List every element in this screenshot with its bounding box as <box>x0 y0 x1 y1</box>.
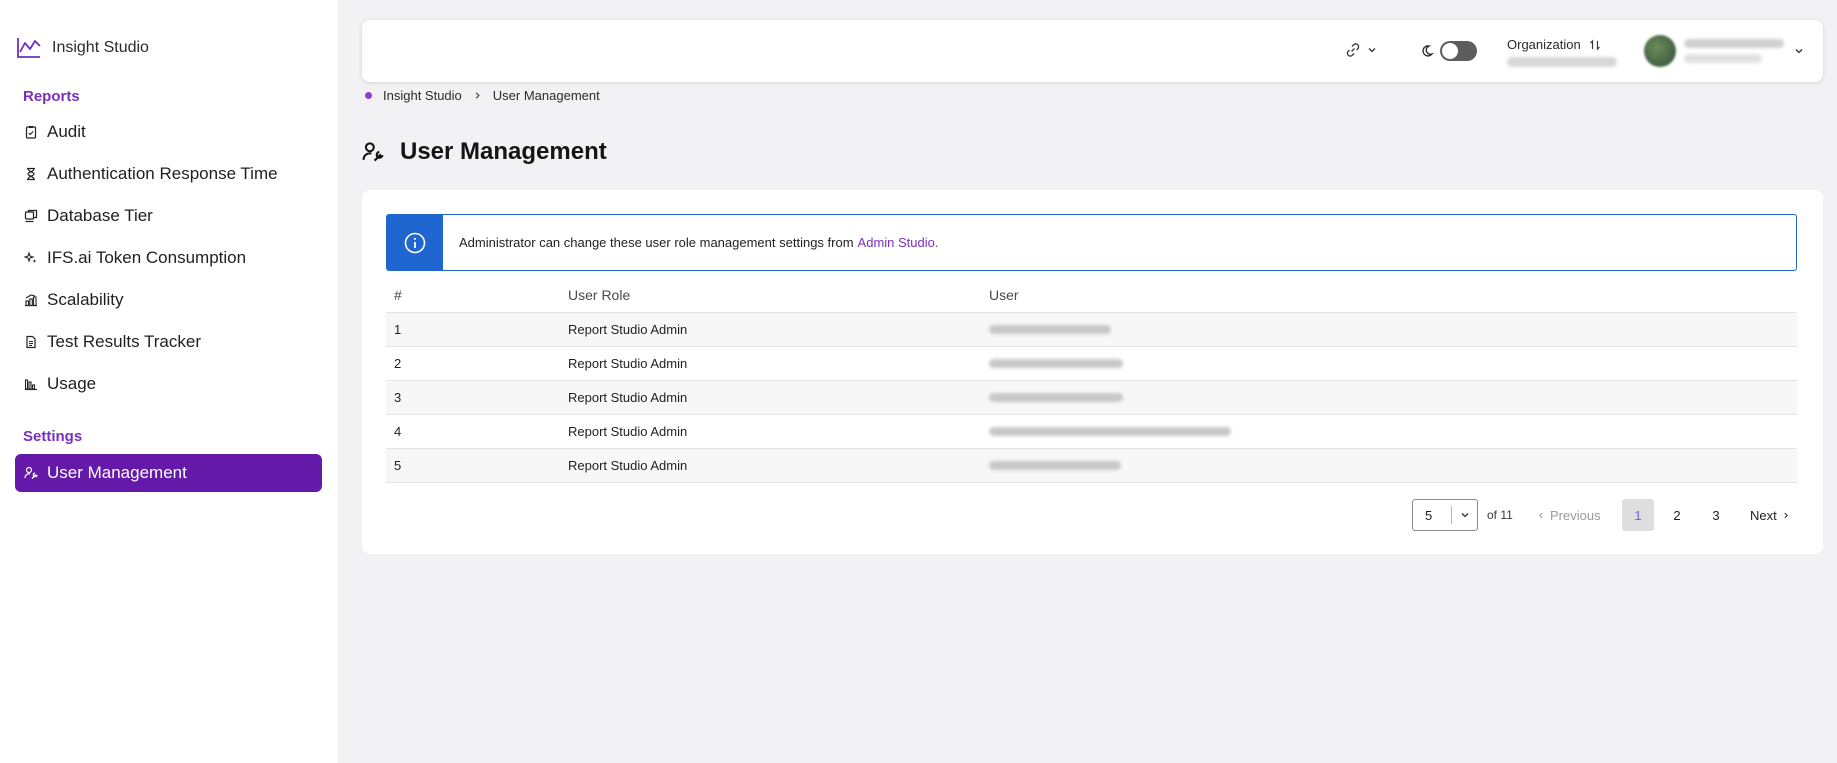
sidebar-item-label: User Management <box>47 463 187 482</box>
admin-studio-link[interactable]: Admin Studio. <box>858 235 939 250</box>
sidebar-item-database-tier[interactable]: Database Tier <box>15 197 322 235</box>
user-menu[interactable] <box>1644 35 1804 67</box>
user-role-table: # User Role User 1 Report Studio Admin 2… <box>386 278 1797 483</box>
sidebar-item-ifs-ai-token-consumption[interactable]: IFS.ai Token Consumption <box>15 239 322 277</box>
swap-icon <box>1589 39 1600 50</box>
page-size-select[interactable]: 5 <box>1412 499 1478 531</box>
previous-page-button[interactable]: Previous <box>1537 508 1601 523</box>
row-user-redacted <box>989 393 1123 402</box>
chevron-down-icon <box>1452 510 1477 520</box>
bar-chart-icon <box>23 376 39 392</box>
sidebar-item-label: Usage <box>47 374 97 393</box>
sidebar: Insight Studio Reports Audit Authenticat… <box>0 0 338 763</box>
sparkle-icon <box>23 250 39 266</box>
hourglass-icon <box>23 166 39 182</box>
sidebar-item-scalability[interactable]: Scalability <box>15 281 322 319</box>
app-title: Insight Studio <box>52 39 149 56</box>
row-user-redacted <box>989 461 1121 470</box>
row-number: 2 <box>394 356 402 371</box>
table-row[interactable]: 5 Report Studio Admin <box>386 449 1797 483</box>
sidebar-item-authentication-response-time[interactable]: Authentication Response Time <box>15 155 322 193</box>
table-row[interactable]: 2 Report Studio Admin <box>386 347 1797 381</box>
sidebar-item-label: IFS.ai Token Consumption <box>47 248 247 267</box>
sidebar-item-label: Audit <box>47 122 86 141</box>
sidebar-item-user-management[interactable]: User Management <box>15 454 322 492</box>
breadcrumb: Insight Studio User Management <box>365 88 600 103</box>
organization-label: Organization <box>1507 37 1581 52</box>
info-banner-message: Administrator can change these user role… <box>459 235 854 250</box>
row-user-redacted <box>989 427 1231 436</box>
row-user-role: Report Studio Admin <box>568 322 688 337</box>
column-header-user[interactable]: User <box>989 287 1797 303</box>
content-card: Administrator can change these user role… <box>362 190 1823 554</box>
row-number: 1 <box>394 322 402 337</box>
page-button-3[interactable]: 3 <box>1700 499 1732 531</box>
info-banner-text: Administrator can change these user role… <box>459 235 938 250</box>
sidebar-item-label: Database Tier <box>47 206 153 225</box>
column-header-user-role[interactable]: User Role <box>568 287 989 303</box>
document-icon <box>23 334 39 350</box>
database-icon <box>23 208 39 224</box>
page-button-1[interactable]: 1 <box>1622 499 1654 531</box>
wrench-user-icon <box>23 465 39 481</box>
user-role-redacted <box>1684 54 1762 63</box>
chevron-left-icon <box>1539 512 1543 519</box>
row-user-role: Report Studio Admin <box>568 458 688 473</box>
wrench-user-icon <box>362 142 384 162</box>
next-label: Next <box>1750 508 1777 523</box>
user-name-redacted <box>1684 39 1784 48</box>
pagination: 5 of 11 Previous 1 2 3 Next <box>362 499 1823 531</box>
next-page-button[interactable]: Next <box>1750 508 1790 523</box>
breadcrumb-item-insight-studio[interactable]: Insight Studio <box>383 88 462 103</box>
avatar <box>1644 35 1676 67</box>
page-button-2[interactable]: 2 <box>1661 499 1693 531</box>
row-user-role: Report Studio Admin <box>568 424 688 439</box>
column-header-number[interactable]: # <box>386 287 568 303</box>
table-row[interactable]: 4 Report Studio Admin <box>386 415 1797 449</box>
sidebar-item-label: Authentication Response Time <box>47 164 278 183</box>
brand[interactable]: Insight Studio <box>15 34 149 62</box>
chevron-right-icon <box>473 91 482 100</box>
organization-selector[interactable]: Organization <box>1507 37 1617 67</box>
theme-toggle[interactable] <box>1420 41 1477 61</box>
info-icon <box>387 215 443 270</box>
row-number: 5 <box>394 458 402 473</box>
chevron-right-icon <box>1784 512 1788 519</box>
links-menu-button[interactable] <box>1345 42 1377 58</box>
sidebar-item-audit[interactable]: Audit <box>15 113 322 151</box>
scale-icon <box>23 292 39 308</box>
clipboard-icon <box>23 124 39 140</box>
breadcrumb-item-current: User Management <box>492 88 600 103</box>
previous-label: Previous <box>1550 508 1601 523</box>
row-user-redacted <box>989 325 1111 334</box>
reports-section-title: Reports <box>23 88 80 105</box>
dark-mode-switch[interactable] <box>1440 41 1477 61</box>
sidebar-item-test-results-tracker[interactable]: Test Results Tracker <box>15 323 322 361</box>
chevron-down-icon <box>1368 48 1376 53</box>
row-user-redacted <box>989 359 1123 368</box>
line-chart-logo-icon <box>17 38 41 58</box>
breadcrumb-dot <box>365 92 372 99</box>
link-icon <box>1346 43 1360 57</box>
sidebar-item-label: Test Results Tracker <box>47 332 201 351</box>
page-size-value: 5 <box>1425 507 1433 523</box>
moon-icon <box>1422 45 1434 57</box>
sidebar-item-label: Scalability <box>47 290 124 309</box>
chevron-down-icon <box>1795 49 1803 54</box>
row-number: 3 <box>394 390 402 405</box>
row-number: 4 <box>394 424 402 439</box>
top-header: Organization <box>362 20 1823 82</box>
table-row[interactable]: 1 Report Studio Admin <box>386 313 1797 347</box>
info-banner: Administrator can change these user role… <box>386 214 1797 271</box>
page-title: User Management <box>400 138 607 165</box>
row-user-role: Report Studio Admin <box>568 390 688 405</box>
table-row[interactable]: 3 Report Studio Admin <box>386 381 1797 415</box>
sidebar-item-usage[interactable]: Usage <box>15 365 322 403</box>
total-pages-label: of 11 <box>1487 508 1513 522</box>
row-user-role: Report Studio Admin <box>568 356 688 371</box>
page-header: User Management <box>362 138 607 166</box>
organization-value-redacted <box>1507 57 1617 67</box>
settings-section-title: Settings <box>23 428 83 445</box>
table-header: # User Role User <box>386 278 1797 313</box>
